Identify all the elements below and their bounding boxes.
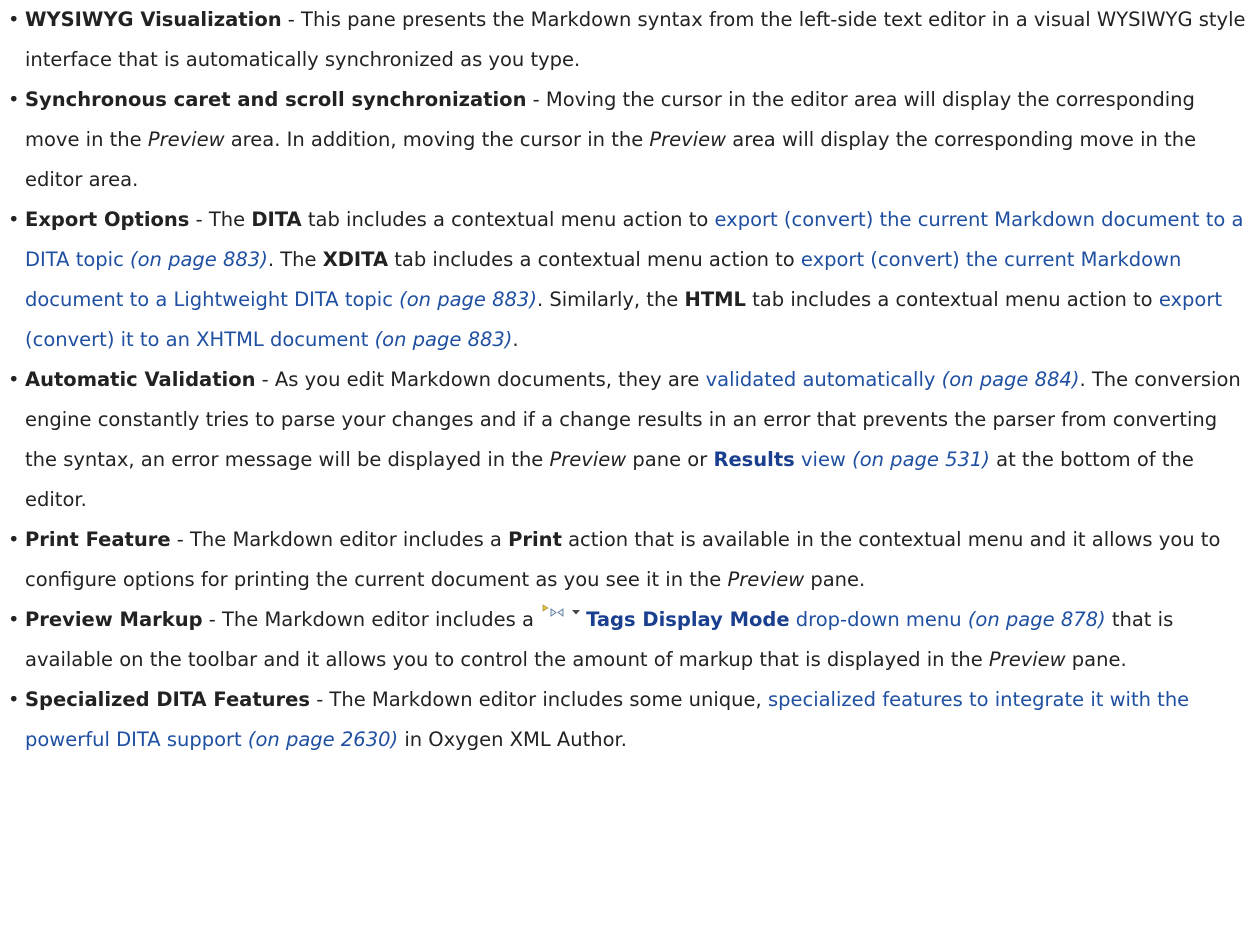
validated-automatically-link[interactable]: validated automatically (on page 884)	[706, 368, 1080, 391]
item-text: in Oxygen XML Author.	[398, 728, 627, 751]
tab-name: DITA	[251, 208, 302, 231]
item-title: Preview Markup	[25, 608, 203, 631]
list-item-export-options: • Export Options - The DITA tab includes…	[8, 200, 1250, 360]
list-item-automatic-validation: • Automatic Validation - As you edit Mar…	[8, 360, 1250, 520]
bullet: •	[8, 368, 20, 391]
item-text: tab includes a contextual menu action to	[745, 288, 1159, 311]
item-text: tab includes a contextual menu action to	[301, 208, 715, 231]
item-text: . Similarly, the	[536, 288, 685, 311]
item-text: pane.	[804, 568, 866, 591]
bullet: •	[8, 208, 20, 231]
item-text: - As you edit Markdown documents, they a…	[255, 368, 706, 391]
item-text: - The Markdown editor includes some uniq…	[310, 688, 768, 711]
list-item-print-feature: • Print Feature - The Markdown editor in…	[8, 520, 1250, 600]
bullet: •	[8, 88, 20, 111]
list-item-caret-sync: • Synchronous caret and scroll synchroni…	[8, 80, 1250, 200]
page-reference: (on page 2630)	[241, 728, 399, 751]
page-reference: (on page 878)	[961, 608, 1106, 631]
list-item-preview-markup: • Preview Markup - The Markdown editor i…	[8, 600, 1250, 680]
tab-name: HTML	[684, 288, 746, 311]
item-title: Print Feature	[25, 528, 171, 551]
item-title: Export Options	[25, 208, 190, 231]
item-text: pane.	[1065, 648, 1127, 671]
item-text: area. In addition, moving the cursor in …	[224, 128, 650, 151]
emphasis-text: Preview	[988, 648, 1066, 671]
tab-name: XDITA	[322, 248, 389, 271]
tags-display-mode-link[interactable]: Tags Display Mode drop-down menu (on pag…	[586, 608, 1106, 631]
link-text-bold: Tags Display Mode	[586, 608, 790, 631]
bullet: •	[8, 528, 20, 551]
item-title: Synchronous caret and scroll synchroniza…	[25, 88, 527, 111]
item-title: Automatic Validation	[25, 368, 256, 391]
item-text: pane or	[626, 448, 714, 471]
page-reference: (on page 883)	[123, 248, 268, 271]
action-name: Print	[508, 528, 562, 551]
item-text: - The Markdown editor includes a	[202, 608, 541, 631]
bullet: •	[8, 608, 20, 631]
link-text: validated automatically	[705, 368, 936, 391]
item-text: tab includes a contextual menu action to	[388, 248, 801, 271]
item-title: Specialized DITA Features	[25, 688, 310, 711]
link-text-bold: Results	[713, 448, 795, 471]
page-reference: (on page 531)	[845, 448, 990, 471]
feature-list: • WYSIWYG Visualization - This pane pres…	[0, 0, 1250, 760]
emphasis-text: Preview	[549, 448, 627, 471]
bullet: •	[8, 8, 20, 31]
page-reference: (on page 884)	[935, 368, 1080, 391]
list-item-wysiwyg: • WYSIWYG Visualization - This pane pres…	[8, 0, 1250, 80]
bullet: •	[8, 688, 20, 711]
emphasis-text: Preview	[727, 568, 805, 591]
page-reference: (on page 883)	[392, 288, 537, 311]
item-text: .	[512, 328, 519, 351]
link-text: drop-down menu	[789, 608, 962, 631]
item-text: - The Markdown editor includes a	[170, 528, 509, 551]
tags-display-mode-icon	[542, 604, 582, 618]
results-view-link[interactable]: Results view (on page 531)	[713, 448, 989, 471]
item-title: WYSIWYG Visualization	[25, 8, 282, 31]
list-item-specialized-dita: • Specialized DITA Features - The Markdo…	[8, 680, 1250, 760]
emphasis-text: Preview	[649, 128, 727, 151]
emphasis-text: Preview	[147, 128, 225, 151]
page-reference: (on page 883)	[368, 328, 513, 351]
item-text: . The	[267, 248, 323, 271]
item-text: - The	[189, 208, 252, 231]
link-text: view	[794, 448, 846, 471]
